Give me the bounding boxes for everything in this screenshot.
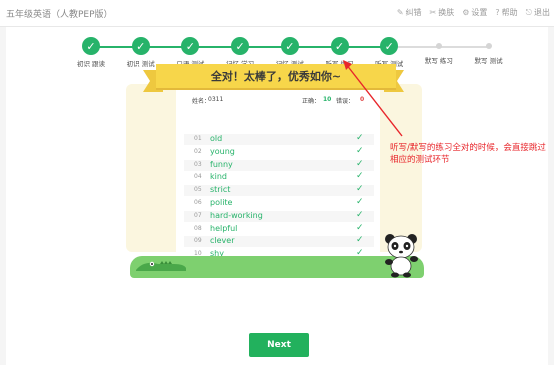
word-row: 01 old ✓ <box>184 133 374 145</box>
wrong-count: 0 <box>360 96 365 103</box>
word-number: 09 <box>194 237 202 245</box>
step-label: 初识 跟读 <box>76 60 106 68</box>
toolbar-label: 设置 <box>471 8 488 17</box>
step-label: 默写 练习 <box>424 57 453 65</box>
shirt-icon: ✂ <box>429 8 437 17</box>
pending-dot-icon <box>435 43 442 49</box>
check-icon: ✓ <box>356 158 364 169</box>
toolbar-gear-button[interactable]: ⚙ 设置 <box>462 7 487 18</box>
check-icon: ✓ <box>131 37 150 55</box>
toolbar-label: 纠错 <box>405 8 422 17</box>
name-value: 0311 <box>208 96 224 103</box>
word-row: 08 helpful ✓ <box>184 222 374 235</box>
toolbar-label: 换肤 <box>438 8 455 17</box>
help-icon: ? <box>495 8 500 17</box>
step-label: 默写 测试 <box>474 57 503 65</box>
word-text: funny <box>210 159 233 169</box>
word-number: 05 <box>194 186 202 194</box>
exit-icon: ⎋ <box>525 7 532 17</box>
word-text: young <box>210 146 235 156</box>
toolbar-help-button[interactable]: ? 帮助 <box>495 7 517 18</box>
word-row: 09 clever ✓ <box>184 235 374 248</box>
toolbar-label: 帮助 <box>501 8 518 17</box>
toolbar-exit-button[interactable]: ⎋ 退出 <box>526 7 550 18</box>
word-row: 03 funny ✓ <box>184 158 374 171</box>
word-number: 06 <box>194 199 202 206</box>
word-number: 08 <box>194 224 202 232</box>
word-row: 02 young ✓ <box>184 145 374 158</box>
check-icon: ✓ <box>356 235 364 246</box>
check-icon: ✓ <box>356 209 364 220</box>
word-text: polite <box>210 198 233 207</box>
word-row: 05 strict ✓ <box>184 184 374 197</box>
check-icon: ✓ <box>356 145 364 156</box>
wrong-label: 错误： <box>336 98 355 105</box>
pencil-icon: ✎ <box>396 8 404 17</box>
app-title: 五年级英语（人教PEP版） <box>6 10 113 20</box>
check-icon: ✓ <box>356 171 364 182</box>
panda-illustration <box>385 234 418 278</box>
step-item[interactable]: ✓ 初识 跟读 <box>66 37 116 68</box>
check-icon: ✓ <box>330 37 349 55</box>
word-text: strict <box>210 185 231 195</box>
word-row: 06 polite ✓ <box>184 197 374 209</box>
step-item[interactable]: 默写 测试 <box>464 37 514 65</box>
check-icon: ✓ <box>356 184 364 195</box>
check-icon: ✓ <box>280 37 299 55</box>
word-number: 03 <box>194 160 202 168</box>
result-banner: 全对！太棒了，优秀如你~ <box>156 64 396 88</box>
word-text: clever <box>210 236 235 246</box>
crocodile-illustration <box>136 261 186 271</box>
toolbar-shirt-button[interactable]: ✂ 换肤 <box>430 7 455 18</box>
word-number: 04 <box>194 173 202 181</box>
check-icon: ✓ <box>231 37 250 55</box>
word-number: 01 <box>194 135 202 142</box>
word-text: kind <box>210 172 228 182</box>
toolbar-pencil-button[interactable]: ✎ 纠错 <box>397 7 422 18</box>
word-text: helpful <box>210 223 238 233</box>
word-number: 02 <box>194 147 202 155</box>
check-icon: ✓ <box>356 133 364 143</box>
check-icon: ✓ <box>380 37 399 55</box>
word-text: old <box>210 134 223 143</box>
word-text: hard-working <box>210 210 263 220</box>
check-icon: ✓ <box>356 197 364 207</box>
top-bar: 五年级英语（人教PEP版） ✎ 纠错 ✂ 换肤 ⚙ 设置? 帮助 ⎋ 退出 <box>0 0 554 27</box>
step-item[interactable]: 默写 练习 <box>414 37 464 65</box>
check-icon: ✓ <box>181 37 200 55</box>
annotation-note: 听写/默写的练习全对的时候，会直接跳过相应的测试环节 <box>390 143 546 165</box>
word-row: 07 hard-working ✓ <box>184 209 374 222</box>
correct-label: 正确： <box>302 98 321 105</box>
pending-dot-icon <box>485 43 492 49</box>
check-icon: ✓ <box>82 37 100 55</box>
toolbar-label: 退出 <box>534 8 550 17</box>
result-header: 姓名： 0311 正确： 10 错误： 0 <box>176 90 380 108</box>
word-row: 04 kind ✓ <box>184 171 374 183</box>
word-number: 07 <box>194 211 202 219</box>
correct-count: 10 <box>323 96 332 103</box>
result-sheet: 姓名： 0311 正确： 10 错误： 0 01 old ✓ 02 young ✓ 03 fu… <box>176 90 380 258</box>
toolbar: ✎ 纠错 ✂ 换肤 ⚙ 设置? 帮助 ⎋ 退出 <box>397 7 550 18</box>
gear-icon: ⚙ <box>462 8 470 17</box>
check-icon: ✓ <box>356 222 364 233</box>
next-button[interactable]: Next <box>249 333 309 357</box>
